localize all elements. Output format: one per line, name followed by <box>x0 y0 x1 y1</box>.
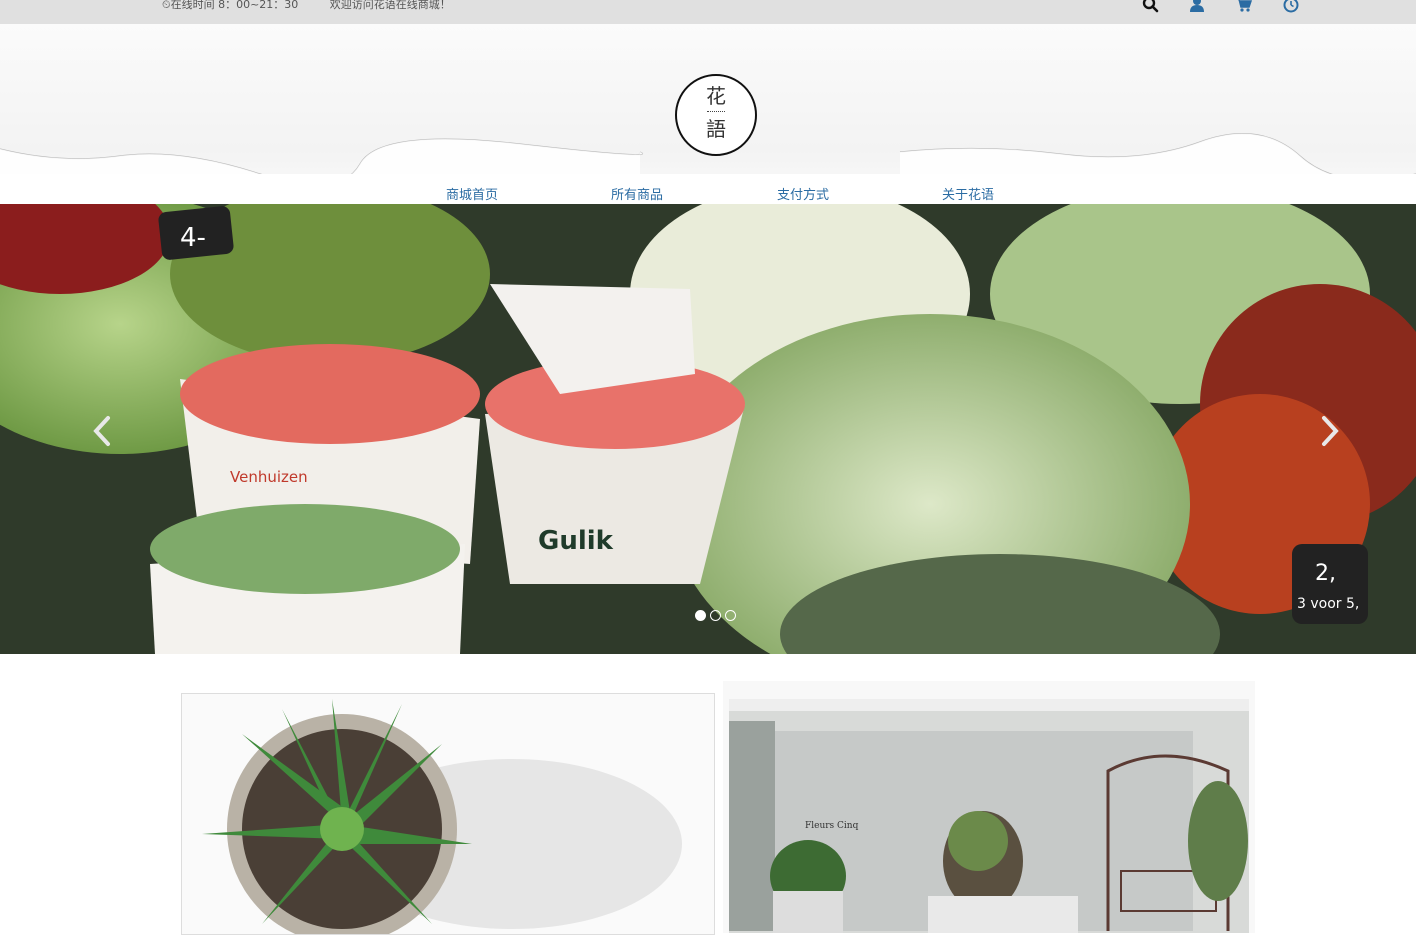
carousel-dot-3[interactable] <box>725 610 736 621</box>
nav-item-all-products[interactable]: 所有商品 <box>611 184 663 203</box>
logo-divider <box>707 111 725 114</box>
succulent-image <box>182 694 714 934</box>
business-hours: ⏲在线时间 8：00~21：30 <box>162 0 299 11</box>
clock-icon[interactable] <box>1281 0 1301 15</box>
nav-item-about[interactable]: 关于花语 <box>942 184 994 203</box>
nav-item-payment[interactable]: 支付方式 <box>777 184 829 203</box>
site-header: 花 語 <box>0 24 1416 204</box>
wrap-brand-text: Gulik <box>538 526 614 556</box>
cart-icon[interactable] <box>1234 0 1254 15</box>
price-tag-left: 4- <box>180 223 206 253</box>
top-bar-info: ⏲在线时间 8：00~21：30 欢迎访问花语在线商城！ <box>162 0 479 12</box>
shop-sign: Fleurs Cinq <box>805 821 859 831</box>
carousel-prev-button[interactable] <box>88 414 116 448</box>
main-nav: 商城首页 所有商品 支付方式 关于花语 <box>0 184 1416 204</box>
top-bar: ⏲在线时间 8：00~21：30 欢迎访问花语在线商城！ <box>0 0 1416 24</box>
logo-char-top: 花 <box>706 84 726 108</box>
chevron-left-icon <box>93 416 110 446</box>
welcome-message: 欢迎访问花语在线商城！ <box>329 0 451 11</box>
price-tag-right-bottom: 3 voor 5, <box>1297 596 1359 612</box>
product-card-shop[interactable]: Fleurs Cinq <box>723 681 1255 933</box>
carousel-dot-2[interactable] <box>710 610 721 621</box>
product-card-succulent[interactable] <box>181 693 715 935</box>
nav-item-home[interactable]: 商城首页 <box>446 184 498 203</box>
flower-shop-image: Fleurs Cinq <box>723 681 1255 933</box>
wrap-brand-text-2: Venhuizen <box>230 468 308 486</box>
hero-carousel[interactable]: 4- 2, 3 voor 5, Gulik Venhuizen <box>0 204 1416 654</box>
logo-char-bottom: 語 <box>706 117 726 141</box>
carousel-next-button[interactable] <box>1316 414 1344 448</box>
price-tag-right-top: 2, <box>1315 561 1336 586</box>
carousel-slide-image: 4- 2, 3 voor 5, Gulik Venhuizen <box>0 204 1416 654</box>
search-icon[interactable] <box>1140 0 1160 15</box>
user-icon[interactable] <box>1187 0 1207 15</box>
chevron-right-icon <box>1322 416 1339 446</box>
carousel-dot-1[interactable] <box>695 610 706 621</box>
site-logo[interactable]: 花 語 <box>675 74 757 156</box>
